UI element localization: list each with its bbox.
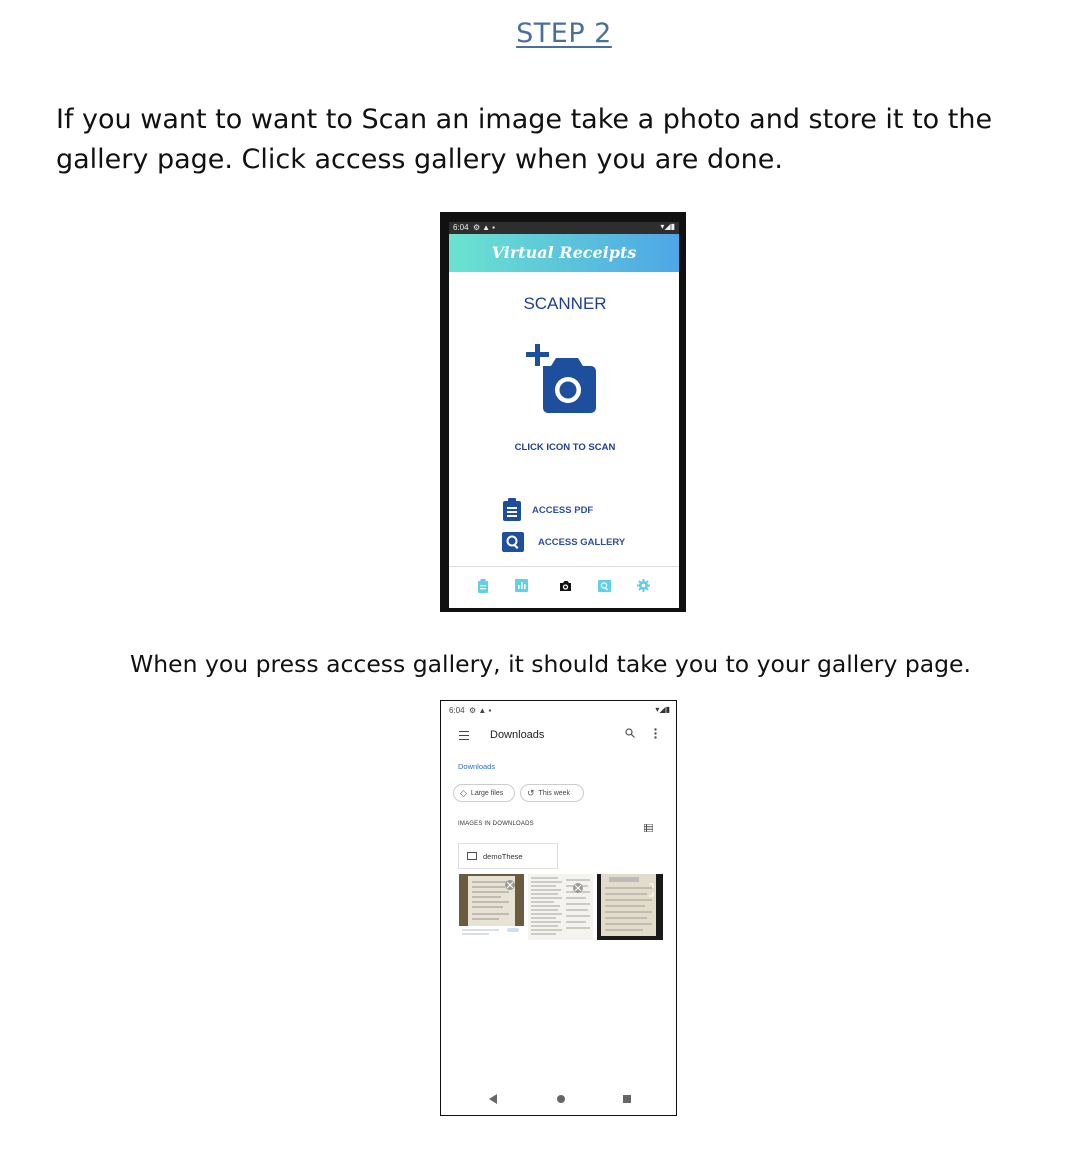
nav-image-search-icon[interactable] <box>598 579 612 593</box>
access-pdf-button[interactable]: ACCESS PDF <box>502 498 593 522</box>
image-thumbnail[interactable] <box>459 874 524 940</box>
access-pdf-label: ACCESS PDF <box>532 504 594 516</box>
access-gallery-button[interactable]: ACCESS GALLERY <box>502 532 625 552</box>
home-icon[interactable] <box>557 1095 565 1103</box>
image-search-icon <box>502 532 524 552</box>
recents-icon[interactable] <box>623 1095 631 1103</box>
scanner-phone-screenshot: 6:04 ⚙▲▪ ▾◢▮ Virtual Receipts SCANNER CL… <box>440 212 686 612</box>
page-title: Downloads <box>490 729 545 741</box>
nav-chart-icon[interactable] <box>515 579 529 593</box>
section-label: IMAGES IN DOWNLOADS <box>458 821 534 827</box>
tag-icon: ◇ <box>460 787 467 798</box>
screen-title: SCANNER <box>523 294 607 313</box>
clipboard-icon <box>503 498 521 521</box>
scan-hint-text: CLICK ICON TO SCAN <box>514 442 616 453</box>
back-icon[interactable] <box>489 1094 497 1104</box>
signal-battery-icon: ▾◢▮ <box>660 222 675 231</box>
signal-battery-icon: ▾◢▮ <box>655 705 670 714</box>
status-time: 6:04 <box>453 223 469 232</box>
chip-large-files[interactable]: ◇ Large files <box>453 784 515 802</box>
system-icons: ⚙▲▪ <box>473 223 497 232</box>
nav-camera-icon[interactable] <box>559 579 573 593</box>
folder-name: demoThese <box>483 851 523 861</box>
folder-icon <box>467 852 477 860</box>
history-icon: ↺ <box>527 787 535 798</box>
gallery-phone-screenshot: 6:04 ⚙ ▲ ▪ ▾◢▮ Downloads Downloads ◇ Lar… <box>440 700 677 1116</box>
instruction-paragraph: If you want to want to Scan an image tak… <box>56 104 993 175</box>
list-view-icon[interactable] <box>643 819 654 833</box>
access-gallery-label: ACCESS GALLERY <box>538 536 626 548</box>
chip-this-week-label: This week <box>538 789 571 797</box>
scanner-screen: Virtual Receipts SCANNER CLICK ICON TO S… <box>449 234 679 608</box>
search-icon[interactable] <box>625 728 635 741</box>
status-bar: 6:04 ⚙▲▪ ▾◢▮ <box>449 222 679 234</box>
chip-large-files-label: Large files <box>470 789 504 797</box>
image-thumbnail[interactable] <box>597 874 663 940</box>
breadcrumb[interactable]: Downloads <box>458 762 495 771</box>
add-photo-camera-icon[interactable] <box>525 340 601 425</box>
image-thumbnail[interactable] <box>528 874 593 940</box>
bottom-nav <box>449 566 679 609</box>
gallery-instruction: When you press access gallery, it should… <box>130 650 971 678</box>
status-time: 6:04 ⚙ ▲ ▪ <box>449 706 492 715</box>
more-options-icon[interactable] <box>654 728 657 742</box>
system-nav-bar <box>441 1089 676 1109</box>
chip-this-week[interactable]: ↺ This week <box>520 784 584 802</box>
nav-clipboard-icon[interactable] <box>477 579 491 593</box>
app-bar: Virtual Receipts <box>449 234 679 272</box>
step-heading: STEP 2 <box>516 18 612 49</box>
hamburger-menu-icon[interactable] <box>459 731 469 743</box>
folder-item[interactable]: demoThese <box>458 843 558 869</box>
app-title: Virtual Receipts <box>491 243 637 262</box>
nav-settings-icon[interactable] <box>637 579 651 593</box>
